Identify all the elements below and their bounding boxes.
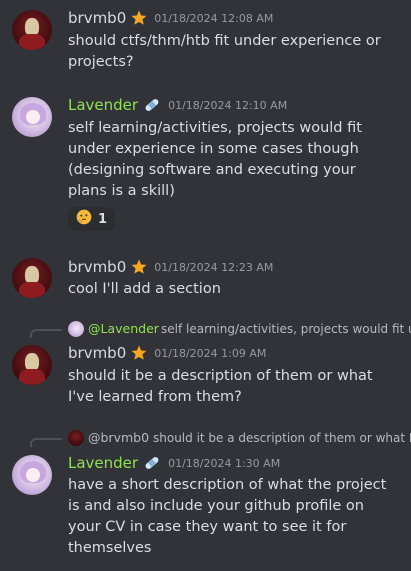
message-timestamp[interactable]: 01/18/2024 1:30 AM (168, 457, 280, 470)
username[interactable]: brvmb0 (68, 258, 126, 276)
reply-text: should it be a description of them or wh… (153, 431, 411, 445)
bandage-icon (142, 96, 162, 114)
reply-avatar (68, 321, 84, 337)
reply-text: self learning/activities, projects would… (161, 322, 411, 336)
message-timestamp[interactable]: 01/18/2024 12:23 AM (154, 261, 273, 274)
message-text: should it be a description of them or wh… (68, 368, 373, 405)
reply-author[interactable]: @Lavender (88, 321, 159, 336)
star-icon (130, 9, 148, 27)
reaction-button[interactable]: 1 (68, 207, 116, 231)
reaction-count: 1 (98, 211, 108, 227)
reply-avatar (68, 430, 84, 446)
avatar[interactable] (12, 345, 52, 385)
message-timestamp[interactable]: 01/18/2024 12:08 AM (154, 12, 273, 25)
thinking-face-icon (76, 209, 92, 229)
star-icon (130, 344, 148, 362)
username[interactable]: Lavender (68, 96, 138, 114)
chat-message-list: brvmb0 01/18/2024 12:08 AM should ctfs/t… (0, 0, 411, 571)
reply-spine (30, 438, 62, 447)
message-text: cool I'll add a section (68, 281, 221, 297)
message-timestamp[interactable]: 01/18/2024 12:10 AM (168, 99, 287, 112)
message-text: have a short description of what the pro… (68, 477, 387, 556)
message-timestamp[interactable]: 01/18/2024 1:09 AM (154, 347, 266, 360)
username[interactable]: brvmb0 (68, 344, 126, 362)
avatar[interactable] (12, 455, 52, 495)
avatar[interactable] (12, 10, 52, 50)
message-text: self learning/activities, projects would… (68, 120, 362, 199)
avatar[interactable] (12, 258, 52, 298)
username[interactable]: Lavender (68, 454, 138, 472)
message-text: should ctfs/thm/htb fit under experience… (68, 33, 381, 70)
reply-spine (30, 329, 62, 338)
username[interactable]: brvmb0 (68, 9, 126, 27)
star-icon (130, 258, 148, 276)
bandage-icon (142, 454, 162, 472)
reply-author[interactable]: @brvmb0 (88, 430, 149, 445)
reply-preview[interactable]: @brvmb0 should it be a description of th… (30, 429, 411, 447)
avatar[interactable] (12, 97, 52, 137)
reply-preview[interactable]: @Lavender self learning/activities, proj… (30, 320, 411, 338)
